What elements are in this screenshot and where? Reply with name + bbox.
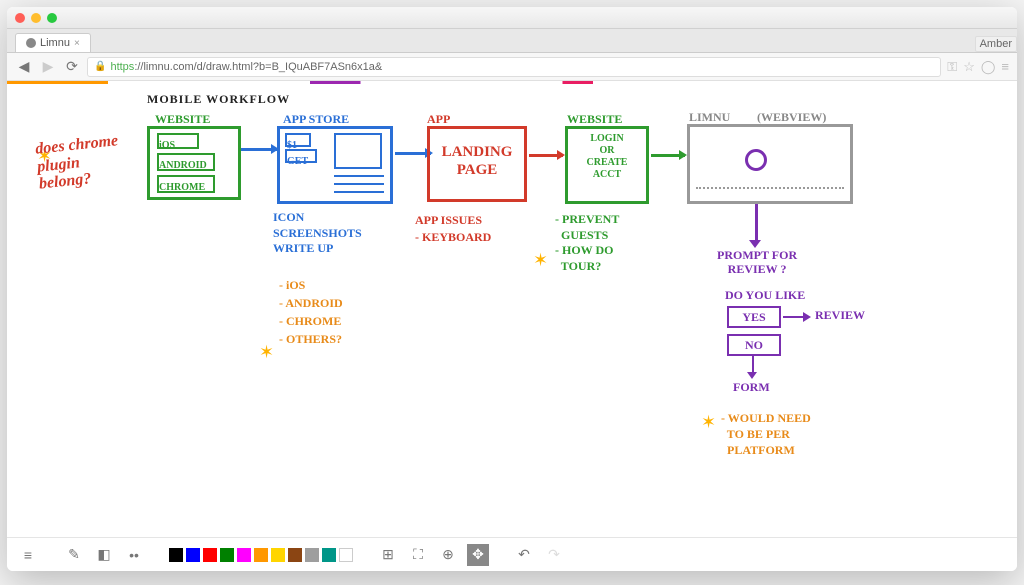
arrow-icon — [529, 154, 563, 157]
pan-tool-icon[interactable]: ✥ — [467, 544, 489, 566]
tab-bar: Limnu × Amber — [7, 29, 1017, 53]
whiteboard-canvas[interactable]: MOBILE WORKFLOW ✶ does chrome plugin bel… — [7, 84, 1017, 537]
arrow-icon — [651, 154, 685, 157]
node-website-label: WEBSITE — [155, 112, 210, 127]
close-tab-icon[interactable]: × — [74, 38, 80, 49]
platform-chip: iOS — [157, 133, 199, 149]
diagram-title: MOBILE WORKFLOW — [147, 92, 290, 107]
favicon-icon — [26, 38, 36, 48]
swatch-red[interactable] — [203, 548, 217, 562]
review-footnote: - WOULD NEED TO BE PER PLATFORM — [721, 410, 811, 459]
yes-button: YES — [727, 306, 781, 328]
appstore-get: GET — [285, 149, 317, 163]
address-bar[interactable]: 🔒 https://limnu.com/d/draw.html?b=B_IQuA… — [87, 57, 941, 77]
arrow-down-icon — [755, 204, 758, 244]
appstore-platforms: - iOS- ANDROID- CHROME- OTHERS? — [279, 276, 343, 348]
node-website-box: iOS ANDROID CHROME — [147, 126, 241, 200]
website2-notes: - PREVENT GUESTS - HOW DO TOUR? — [555, 212, 619, 274]
undo-icon[interactable]: ↶ — [513, 544, 535, 566]
aside-note: does chrome plugin belong? — [34, 131, 129, 193]
swatch-yellow[interactable] — [271, 548, 285, 562]
node-app-box: LANDING PAGE — [427, 126, 527, 202]
back-button[interactable]: ◀ — [15, 58, 33, 76]
app-notes: APP ISSUES - KEYBOARD — [415, 212, 491, 246]
window-titlebar — [7, 7, 1017, 29]
review-label: REVIEW — [815, 308, 865, 323]
star-icon: ✶ — [701, 412, 716, 433]
minimize-window-button[interactable] — [31, 13, 41, 23]
address-icons: ⚿ ☆ ◯ ≡ — [947, 59, 1009, 75]
address-bar-row: ◀ ▶ ⟳ 🔒 https://limnu.com/d/draw.html?b=… — [7, 53, 1017, 81]
swatch-gray[interactable] — [305, 548, 319, 562]
node-appstore-label: APP STORE — [283, 112, 349, 127]
url-rest: ://limnu.com/d/draw.html?b=B_IQuABF7ASn6… — [134, 61, 382, 73]
review-question: DO YOU LIKE — [725, 288, 805, 303]
arrow-icon — [241, 148, 277, 151]
eraser-tool-icon[interactable]: ◧ — [93, 544, 115, 566]
browser-tab[interactable]: Limnu × — [15, 33, 91, 52]
stroke-size-icon[interactable]: •• — [123, 544, 145, 566]
fullscreen-icon[interactable]: ⛶ — [407, 544, 429, 566]
swatch-green[interactable] — [220, 548, 234, 562]
zoom-icon[interactable]: ⊕ — [437, 544, 459, 566]
node-app-label: APP — [427, 112, 450, 127]
form-label: FORM — [733, 380, 770, 395]
user-chip[interactable]: Amber — [975, 36, 1017, 52]
color-swatches — [169, 548, 353, 562]
star-icon: ✶ — [533, 250, 548, 271]
arrowhead-icon — [749, 240, 761, 248]
node-limnu-box — [687, 124, 853, 204]
node-website2-label: WEBSITE — [567, 112, 622, 127]
menu-icon[interactable]: ≡ — [17, 544, 39, 566]
swatch-magenta[interactable] — [237, 548, 251, 562]
appstore-preview — [334, 133, 382, 169]
maximize-window-button[interactable] — [47, 13, 57, 23]
close-window-button[interactable] — [15, 13, 25, 23]
node-limnu-sub: (WEBVIEW) — [757, 110, 826, 125]
bottom-toolbar: ≡ ✎ ◧ •• ⊞ ⛶ ⊕ ✥ ↶ ↷ — [7, 537, 1017, 571]
platform-chip: ANDROID — [157, 153, 215, 171]
node-website2-box: LOGIN OR CREATE ACCT — [565, 126, 649, 204]
forward-button[interactable]: ▶ — [39, 58, 57, 76]
add-note-icon[interactable]: ⊞ — [377, 544, 399, 566]
lock-icon: 🔒 — [94, 61, 106, 72]
swatch-brown[interactable] — [288, 548, 302, 562]
swatch-orange[interactable] — [254, 548, 268, 562]
url-protocol: https — [110, 61, 134, 73]
tab-title: Limnu — [40, 37, 70, 49]
user-avatar-icon — [745, 149, 767, 171]
platform-chip: CHROME — [157, 175, 215, 193]
arrow-icon — [395, 152, 431, 155]
review-prompt: PROMPT FOR REVIEW ? — [717, 248, 797, 277]
swatch-blue[interactable] — [186, 548, 200, 562]
swatch-teal[interactable] — [322, 548, 336, 562]
swatch-black[interactable] — [169, 548, 183, 562]
redo-icon[interactable]: ↷ — [543, 544, 565, 566]
appstore-price: $1 — [285, 133, 311, 147]
reload-button[interactable]: ⟳ — [63, 58, 81, 76]
pen-tool-icon[interactable]: ✎ — [63, 544, 85, 566]
star-icon: ✶ — [259, 342, 274, 363]
arrow-icon — [783, 316, 809, 318]
appstore-notes: ICON SCREENSHOTS WRITE UP — [273, 210, 362, 257]
star-icon[interactable]: ☆ — [963, 59, 975, 75]
traffic-lights — [15, 13, 57, 23]
arrowhead-icon — [747, 372, 757, 379]
menu-icon[interactable]: ≡ — [1001, 59, 1009, 75]
node-limnu-label: LIMNU — [689, 110, 730, 125]
extension-icon[interactable]: ◯ — [981, 59, 996, 75]
browser-window: Limnu × Amber ◀ ▶ ⟳ 🔒 https://limnu.com/… — [7, 7, 1017, 571]
node-appstore-box: $1 GET — [277, 126, 393, 204]
key-icon[interactable]: ⚿ — [947, 59, 957, 75]
no-button: NO — [727, 334, 781, 356]
swatch-white[interactable] — [339, 548, 353, 562]
